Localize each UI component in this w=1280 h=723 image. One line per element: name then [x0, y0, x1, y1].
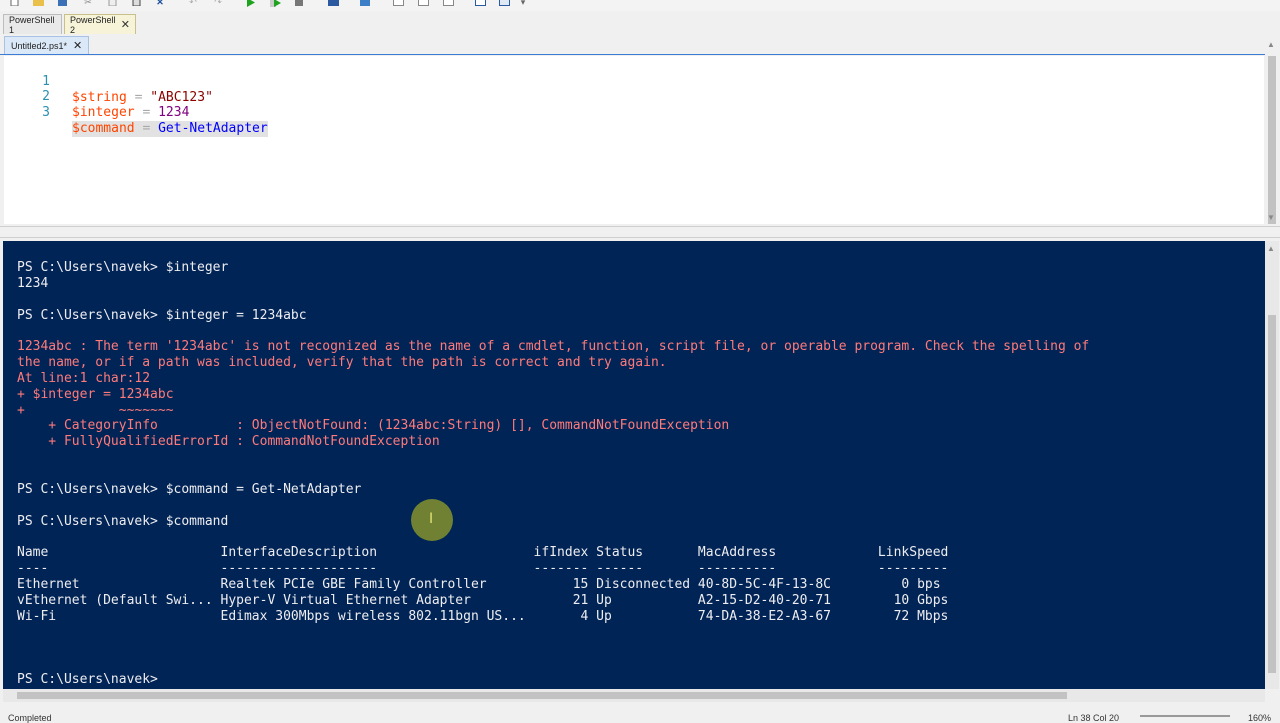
status-text: Completed — [8, 713, 52, 723]
console-line: PS C:\Users\navek> $integer = 1234abc — [17, 308, 307, 323]
tab-label: PowerShell 2 — [70, 14, 116, 35]
scrollbar-thumb[interactable] — [1268, 56, 1276, 224]
code-operator: = — [134, 121, 159, 136]
table-header-divider: ---- -------------------- ------- ------… — [17, 561, 949, 576]
console-horizontal-scrollbar[interactable] — [3, 689, 1265, 702]
code-line: 3 $command = Get-NetAdapter — [4, 89, 1264, 137]
redo-icon[interactable]: ↷ — [213, 0, 223, 7]
code-variable: $command — [72, 121, 135, 136]
open-file-icon[interactable] — [32, 0, 44, 7]
zoom-level: 160% — [1248, 713, 1272, 723]
code-value: 1234 — [158, 105, 190, 120]
console-error-line: + ~~~~~~~ — [17, 403, 174, 418]
show-commands-icon[interactable] — [474, 0, 486, 7]
close-icon[interactable]: ✕ — [73, 39, 82, 52]
scroll-up-icon[interactable]: ▲ — [1267, 40, 1275, 49]
code-value: Get-NetAdapter — [158, 121, 268, 136]
console-error-line: + $integer = 1234abc — [17, 387, 174, 402]
show-addons-icon[interactable] — [498, 0, 510, 7]
cursor-position: Ln 38 Col 20 — [1068, 713, 1120, 723]
console-error-line: + FullyQualifiedErrorId : CommandNotFoun… — [17, 434, 440, 449]
console-prompt[interactable]: PS C:\Users\navek> — [17, 672, 166, 688]
table-row: vEthernet (Default Swi... Hyper-V Virtua… — [17, 593, 949, 608]
new-file-icon[interactable] — [9, 0, 19, 7]
remote-icon[interactable] — [327, 0, 339, 7]
run-selection-icon[interactable] — [269, 0, 281, 7]
scroll-up-icon[interactable]: ▲ — [1267, 244, 1275, 253]
stop-icon[interactable] — [294, 0, 304, 7]
more-icon[interactable]: ▾ — [519, 0, 527, 7]
table-row: Wi-Fi Edimax 300Mbps wireless 802.11bgn … — [17, 609, 949, 624]
console-line: PS C:\Users\navek> $integer — [17, 260, 229, 275]
zoom-slider[interactable] — [1140, 715, 1230, 717]
cut-icon[interactable]: ✂ — [83, 0, 93, 7]
code-operator: = — [134, 105, 159, 120]
console-error-line: + CategoryInfo : ObjectNotFound: (1234ab… — [17, 418, 730, 433]
console-error-line: the name, or if a path was included, ver… — [17, 355, 667, 370]
table-row: Ethernet Realtek PCIe GBE Family Control… — [17, 577, 941, 592]
console-line: 1234 — [17, 276, 49, 291]
editor-vertical-scrollbar[interactable]: ▲ ▼ — [1265, 38, 1279, 226]
save-icon[interactable] — [57, 0, 67, 7]
file-tab-bar: Untitled2.ps1* ✕ — [0, 36, 1265, 55]
tab-label: PowerShell 1 — [9, 14, 55, 35]
line-number: 3 — [42, 105, 50, 120]
console-error-line: At line:1 char:12 — [17, 371, 151, 386]
code-variable: $integer — [72, 105, 135, 120]
console-error-line: 1234abc : The term '1234abc' is not reco… — [17, 339, 1090, 354]
copy-icon[interactable] — [107, 0, 117, 7]
console-pane[interactable]: PS C:\Users\navek> $integer 1234 PS C:\U… — [3, 241, 1265, 689]
close-icon[interactable]: ✕ — [121, 18, 130, 31]
layout-icon[interactable] — [417, 0, 429, 7]
paste-icon[interactable] — [131, 0, 141, 7]
console-vertical-scrollbar[interactable]: ▲ — [1265, 241, 1279, 689]
text-cursor-icon: I — [429, 511, 434, 527]
tab-powershell-1[interactable]: PowerShell 1 — [3, 14, 62, 35]
scrollbar-thumb[interactable] — [1268, 315, 1276, 673]
console-line: PS C:\Users\navek> $command = Get-NetAda… — [17, 482, 362, 497]
mouse-cursor-highlight: I — [411, 499, 453, 541]
layout-icon[interactable] — [442, 0, 454, 7]
code-line: 1 $string = "ABC123" — [4, 58, 1264, 105]
tab-powershell-2[interactable]: PowerShell 2 ✕ — [64, 14, 136, 35]
tab-untitled2[interactable]: Untitled2.ps1* ✕ — [4, 36, 90, 54]
scrollbar-thumb[interactable] — [17, 692, 1067, 699]
session-tab-bar: PowerShell 1 PowerShell 2 ✕ — [0, 14, 1280, 35]
file-tab-label: Untitled2.ps1* — [11, 40, 68, 51]
toolbar: ✂ ✕ ↶ ↷ ▾ — [0, 0, 1280, 11]
code-line: 2 $integer = 1234 — [4, 73, 1264, 120]
undo-icon[interactable]: ↶ — [188, 0, 198, 7]
table-header: Name InterfaceDescription ifIndex Status… — [17, 545, 949, 560]
layout-icon[interactable] — [392, 0, 404, 7]
console-line: PS C:\Users\navek> $command — [17, 514, 229, 529]
script-editor[interactable]: 1 $string = "ABC123" 2 $integer = 1234 3… — [4, 56, 1264, 224]
pane-splitter[interactable] — [0, 226, 1280, 238]
run-icon[interactable] — [244, 0, 256, 7]
clear-icon[interactable]: ✕ — [154, 0, 166, 7]
scroll-down-icon[interactable]: ▼ — [1267, 213, 1275, 222]
status-bar: Completed Ln 38 Col 20 160% — [0, 704, 1280, 723]
debug-icon[interactable] — [359, 0, 371, 7]
